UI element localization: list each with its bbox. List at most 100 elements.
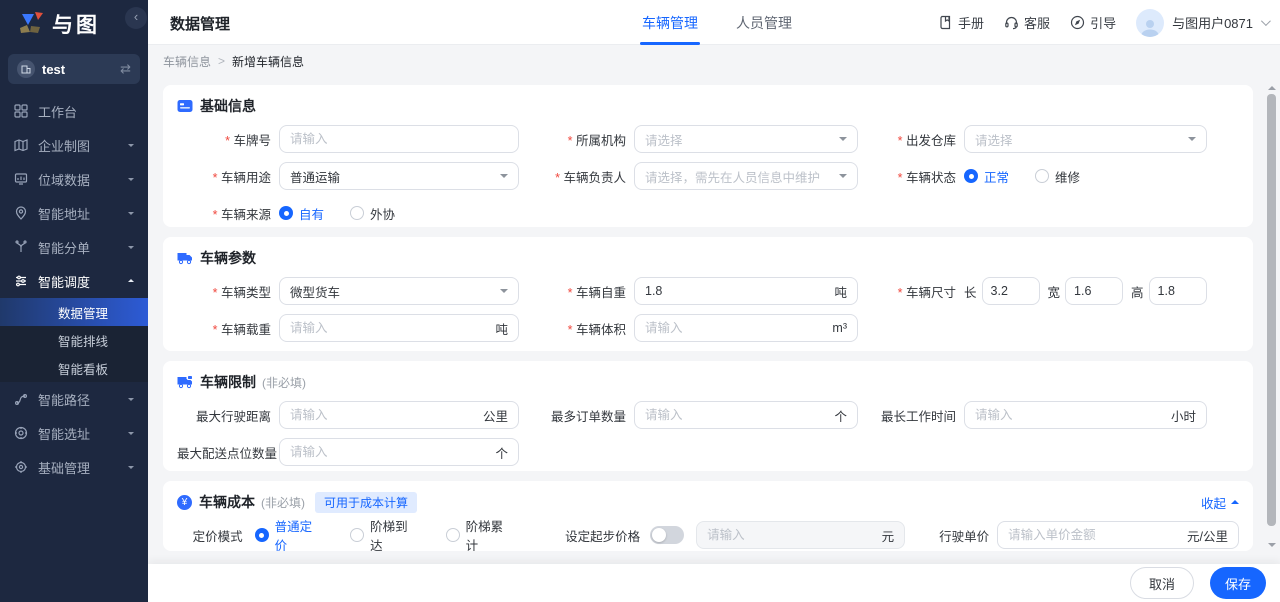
chevron-down-icon [128,246,134,252]
source-radio-group: 自有 外协 [279,204,421,223]
type-value: 微型货车 [290,285,341,300]
orders-input[interactable] [645,408,829,422]
depot-label: 出发仓库 [858,130,964,149]
radio-label: 阶梯累计 [465,520,504,551]
radio-pricing-tier-cumulative[interactable]: 阶梯累计 [445,516,516,551]
type-label: 车辆类型 [177,282,279,301]
breadcrumb-separator-icon: > [218,54,226,68]
pricing-mode-label: 定价模式 [192,529,243,544]
sidebar-collapse-button[interactable]: ‹ [125,7,147,29]
data-icon [14,172,29,186]
status-label: 车辆状态 [858,167,964,186]
points-label: 最大配送点位数量 [177,446,278,461]
plate-input[interactable] [290,132,508,146]
usage-label: 车辆用途 [177,167,279,186]
radio-status-repair[interactable]: 维修 [1035,167,1080,186]
section-vehicle-limits: 车辆限制 (非必填) 最大行驶距离 公里 最多订单数量 个 最长工作时间 小时 … [163,361,1253,471]
tab-personnel-management[interactable]: 人员管理 [736,0,792,45]
support-button[interactable]: 客服 [1004,13,1050,32]
unit-suffix: 元 [881,529,895,544]
unit-price-input[interactable] [1008,528,1181,542]
sidebar-item-basic-management[interactable]: 基础管理 [0,450,148,484]
caret-down-icon [500,289,508,297]
collapse-section-link[interactable]: 收起 [1201,493,1239,512]
chevron-down-icon [128,432,134,438]
worktime-label: 最长工作时间 [880,409,956,424]
base-price-input [707,528,876,542]
sidebar-item-smart-dispatch[interactable]: 智能调度 [0,264,148,298]
radio-status-normal[interactable]: 正常 [964,167,1009,186]
cancel-button[interactable]: 取消 [1130,567,1194,599]
points-input-wrap: 个 [279,438,519,466]
depot-select[interactable]: 请选择 [964,125,1207,153]
points-input[interactable] [290,445,490,459]
switch-workspace-icon[interactable]: ⇄ [120,61,131,77]
triangle-up-icon [1231,496,1239,504]
scrollbar-thumb[interactable] [1267,94,1276,526]
guide-button[interactable]: 引导 [1070,13,1116,32]
manager-placeholder: 请选择，需先在人员信息中维护 [645,170,821,185]
workspace-name: test [42,61,66,77]
form-row: 车辆来源 自有 外协 [177,199,1239,227]
manual-button[interactable]: 手册 [938,13,984,32]
plate-input-wrap [279,125,519,153]
length-input[interactable] [990,284,1031,298]
cost-hint-badge: 可用于成本计算 [315,491,418,513]
pricing-radio-group: 普通定价 阶梯到达 阶梯累计 [254,516,542,551]
split-icon [14,240,29,254]
type-select[interactable]: 微型货车 [279,277,519,305]
chevron-down-icon [128,398,134,404]
radio-source-owned[interactable]: 自有 [279,204,324,223]
base-price-toggle[interactable] [650,526,685,544]
unit-price-label: 行驶单价 [939,529,990,544]
sidebar-item-label: 智能选址 [38,426,91,442]
sidebar-item-smart-address[interactable]: 智能地址 [0,196,148,230]
usage-select[interactable]: 普通运输 [279,162,519,190]
sidebar-item-enterprise-map[interactable]: 企业制图 [0,128,148,162]
breadcrumb-parent[interactable]: 车辆信息 [163,53,211,70]
section-vehicle-params: 车辆参数 车辆类型 微型货车 车辆自重 吨 车辆尺寸 长 宽 高 车辆载重 吨 … [163,237,1253,351]
sidebar-subitem-smart-board[interactable]: 智能看板 [0,354,148,382]
load-label: 车辆载重 [177,319,279,338]
info-card-icon [177,100,193,112]
avatar [1136,8,1165,37]
sidebar-subitem-data-management[interactable]: 数据管理 [0,298,148,326]
weight-input[interactable] [645,284,829,298]
tab-vehicle-management[interactable]: 车辆管理 [640,0,700,45]
sidebar-item-smart-path[interactable]: 智能路径 [0,382,148,416]
radio-source-external[interactable]: 外协 [350,204,395,223]
form-row: 车牌号 所属机构 请选择 出发仓库 请选择 [177,125,1239,153]
workspace-selector[interactable]: test ⇄ [8,54,140,84]
manager-label: 车辆负责人 [519,167,634,186]
width-input[interactable] [1074,284,1115,298]
sidebar-item-smart-split[interactable]: 智能分单 [0,230,148,264]
distance-input[interactable] [290,408,477,422]
usage-value: 普通运输 [290,170,341,185]
scrollbar [1266,77,1278,564]
plate-label: 车牌号 [177,130,279,149]
location-icon [14,206,29,220]
distance-label: 最大行驶距离 [195,409,271,424]
manager-select[interactable]: 请选择，需先在人员信息中维护 [634,162,858,190]
radio-label: 维修 [1055,170,1081,185]
user-menu[interactable]: 与图用户0871 [1136,8,1271,37]
sidebar-item-workbench[interactable]: 工作台 [0,94,148,128]
radio-pricing-tier-arrival[interactable]: 阶梯到达 [350,516,420,551]
action-label: 引导 [1090,16,1117,31]
worktime-input[interactable] [975,408,1165,422]
scroll-up-arrow[interactable] [1268,82,1276,90]
load-input[interactable] [290,321,490,335]
volume-input[interactable] [645,321,827,335]
section-header: 车辆限制 (非必填) [177,361,1239,392]
scroll-down-arrow[interactable] [1268,543,1276,551]
save-button[interactable]: 保存 [1210,567,1266,599]
sidebar-subitem-smart-routing[interactable]: 智能排线 [0,326,148,354]
sidebar-item-zone-data[interactable]: 位域数据 [0,162,148,196]
org-label: 所属机构 [519,130,634,149]
sidebar-subitem-label: 智能看板 [58,362,109,377]
radio-pricing-normal[interactable]: 普通定价 [254,516,325,551]
org-select[interactable]: 请选择 [634,125,858,153]
sidebar-item-smart-site[interactable]: 智能选址 [0,416,148,450]
depot-placeholder: 请选择 [975,133,1013,148]
height-input[interactable] [1157,284,1198,298]
